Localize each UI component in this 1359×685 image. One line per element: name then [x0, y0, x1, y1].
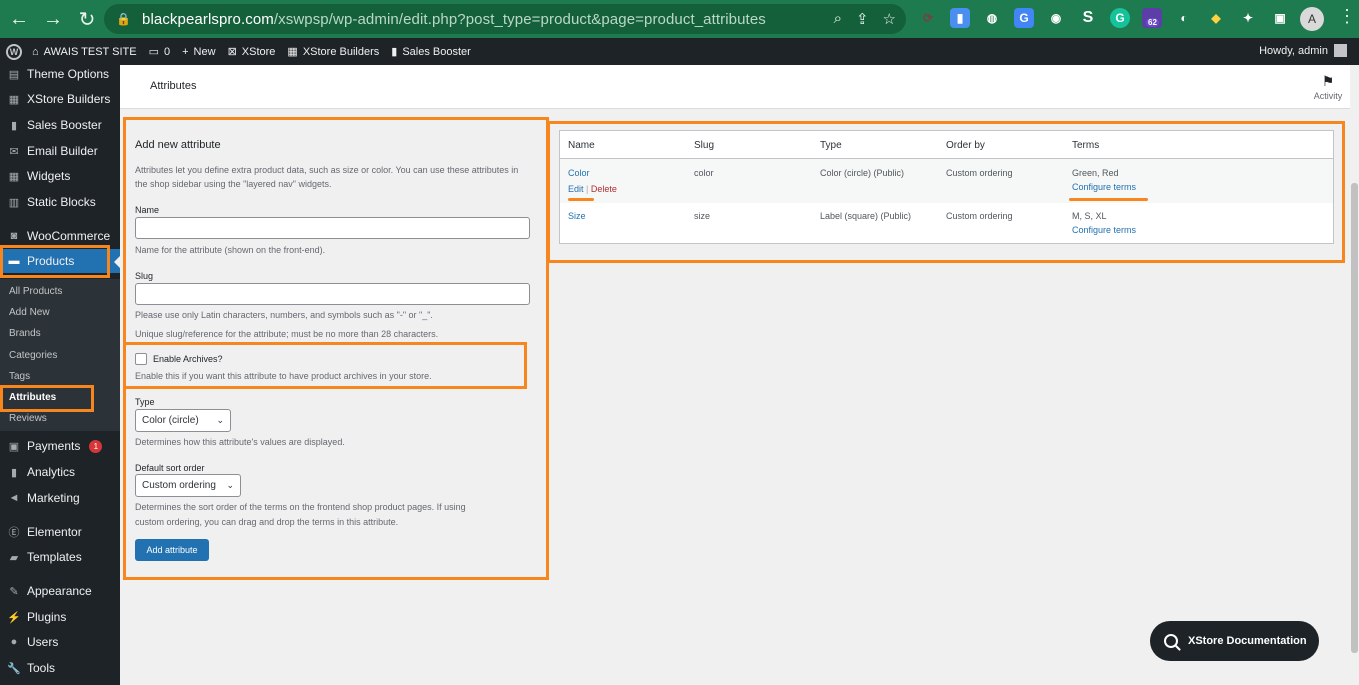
submenu-add-new[interactable]: Add New	[9, 307, 50, 318]
address-bar[interactable]: 🔒 blackpearlspro.com/xswpsp/wp-admin/edi…	[104, 4, 906, 34]
bars-icon: ▮	[10, 119, 18, 132]
scrollbar-thumb[interactable]	[1351, 183, 1358, 653]
reload-icon[interactable]: ↻	[72, 4, 102, 34]
sidebar-item-xstore-builders[interactable]: ▦ XStore Builders	[0, 87, 120, 111]
share-icon[interactable]: ⇪	[856, 10, 869, 28]
user-icon: ●	[10, 636, 18, 648]
highlight-table	[547, 121, 1345, 263]
brush-icon: ✎	[9, 585, 19, 598]
sidebar-item-appearance[interactable]: ✎ Appearance	[0, 579, 120, 603]
sidebar-item-sales-booster[interactable]: ▮ Sales Booster	[0, 113, 120, 137]
woo-icon: ◙	[10, 230, 18, 242]
sidebar-item-payments[interactable]: ▣ Payments 1	[0, 434, 120, 458]
comment-icon: ▭	[148, 46, 159, 58]
plus-icon: +	[182, 45, 189, 58]
earth-extension-icon[interactable]: ◆	[1206, 8, 1226, 28]
flag-icon: ⚑	[1321, 73, 1335, 89]
zoom-icon[interactable]: ⌕	[834, 10, 842, 28]
star-icon[interactable]: ☆	[883, 10, 896, 28]
page-title: Attributes	[150, 80, 197, 92]
sidepanel-icon[interactable]: ▣	[1270, 8, 1290, 28]
sidebar-item-plugins[interactable]: ⚡ Plugins	[0, 605, 120, 629]
payments-badge: 1	[89, 439, 103, 453]
forward-arrow-icon[interactable]: →	[38, 4, 68, 34]
x-icon: ⊠	[227, 46, 237, 58]
lock-icon: 🔒	[116, 12, 131, 26]
camera-icon[interactable]: ◉	[1046, 8, 1066, 28]
extension-icon[interactable]: ⟳	[918, 8, 938, 28]
user-account-menu[interactable]: Howdy, admin	[1259, 44, 1347, 57]
profile-avatar[interactable]: A	[1300, 7, 1324, 31]
submenu-categories[interactable]: Categories	[9, 350, 57, 361]
translate-icon[interactable]: G	[1014, 8, 1034, 28]
mail-icon: ✉	[9, 145, 19, 158]
site-name-link[interactable]: ⌂ AWAIS TEST SITE	[32, 46, 137, 58]
url-text: blackpearlspro.com/xswpsp/wp-admin/edit.…	[142, 10, 766, 28]
back-arrow-icon[interactable]: ←	[4, 4, 34, 34]
folder-icon: ▰	[9, 551, 19, 564]
payments-icon: ▣	[8, 440, 20, 453]
blocks-icon: ▥	[8, 196, 20, 209]
wordpress-logo-icon[interactable]: W	[6, 43, 22, 60]
browser-toolbar: ← → ↻ 🔒 blackpearlspro.com/xswpsp/wp-adm…	[0, 0, 1359, 38]
sidebar-item-marketing[interactable]: ◄ Marketing	[0, 486, 120, 510]
submenu-brands[interactable]: Brands	[9, 328, 41, 339]
sidebar-item-templates[interactable]: ▰ Templates	[0, 545, 120, 569]
user-avatar	[1334, 44, 1347, 57]
megaphone-icon: ◄	[8, 492, 20, 504]
highlight-attributes	[0, 385, 94, 412]
highlight-archives	[123, 342, 527, 389]
highlight-products	[0, 245, 110, 278]
activity-label: Activity	[1313, 91, 1343, 101]
submenu-tags[interactable]: Tags	[9, 371, 30, 382]
s-extension-icon[interactable]: S	[1078, 8, 1098, 28]
grid-icon: ▦	[287, 46, 298, 58]
grid-icon: ▦	[8, 93, 20, 106]
submenu-all-products[interactable]: All Products	[9, 286, 62, 297]
elementor-icon: Ⓔ	[8, 527, 20, 539]
circle-extension-icon[interactable]: ◐	[1174, 8, 1194, 28]
wrench-icon: 🔧	[7, 662, 21, 675]
sidebar-item-static-blocks[interactable]: ▥ Static Blocks	[0, 190, 120, 214]
active-pointer	[114, 255, 121, 269]
globe-icon[interactable]: ◍	[982, 8, 1002, 28]
highlight-configure-underline	[1069, 198, 1148, 201]
highlight-edit-underline	[568, 198, 594, 201]
new-content-link[interactable]: + New	[182, 46, 215, 58]
activity-button[interactable]: ⚑ Activity	[1311, 73, 1345, 101]
search-icon	[1164, 634, 1178, 648]
sidebar-item-theme-options[interactable]: ▤ Theme Options	[0, 62, 120, 86]
wp-admin-bar: W ⌂ AWAIS TEST SITE ▭ 0 + New ⊠ XStore ▦ XSto…	[0, 38, 1359, 65]
sidebar-item-widgets[interactable]: ▦ Widgets	[0, 164, 120, 188]
submenu-reviews[interactable]: Reviews	[9, 413, 47, 424]
home-icon: ⌂	[32, 45, 39, 58]
chart-icon: ▮	[10, 466, 18, 479]
page-scrollbar[interactable]	[1350, 65, 1359, 685]
sidebar-item-analytics[interactable]: ▮ Analytics	[0, 460, 120, 484]
admin-sidebar: ▤ Theme Options ▦ XStore Builders ▮ Sales B…	[0, 62, 121, 685]
grammarly-icon[interactable]: G	[1110, 8, 1130, 28]
xstore-documentation-button[interactable]: XStore Documentation	[1150, 621, 1319, 661]
widgets-icon: ▦	[8, 170, 20, 183]
menu-kebab-icon[interactable]: ⋮	[1338, 6, 1356, 27]
badge-extension-icon[interactable]: 62	[1142, 8, 1162, 28]
xstore-builders-link[interactable]: ▦ XStore Builders	[287, 45, 379, 59]
sliders-icon: ▤	[8, 68, 20, 81]
extension-badge: 62	[1146, 18, 1159, 27]
docs-extension-icon[interactable]: ▮	[950, 8, 970, 28]
xstore-link[interactable]: ⊠ XStore	[227, 45, 276, 59]
sales-booster-link[interactable]: ▮ Sales Booster	[391, 45, 471, 59]
sidebar-item-users[interactable]: ● Users	[0, 630, 120, 654]
sidebar-item-email-builder[interactable]: ✉ Email Builder	[0, 139, 120, 163]
comments-link[interactable]: ▭ 0	[148, 45, 171, 59]
bars-icon: ▮	[391, 46, 398, 58]
sidebar-item-tools[interactable]: 🔧 Tools	[0, 656, 120, 680]
sidebar-item-elementor[interactable]: Ⓔ Elementor	[0, 520, 120, 544]
plug-icon: ⚡	[7, 611, 21, 624]
page-header: Attributes ⚑ Activity	[120, 65, 1359, 109]
documentation-label: XStore Documentation	[1188, 635, 1307, 647]
puzzle-icon[interactable]: ✦	[1238, 8, 1258, 28]
